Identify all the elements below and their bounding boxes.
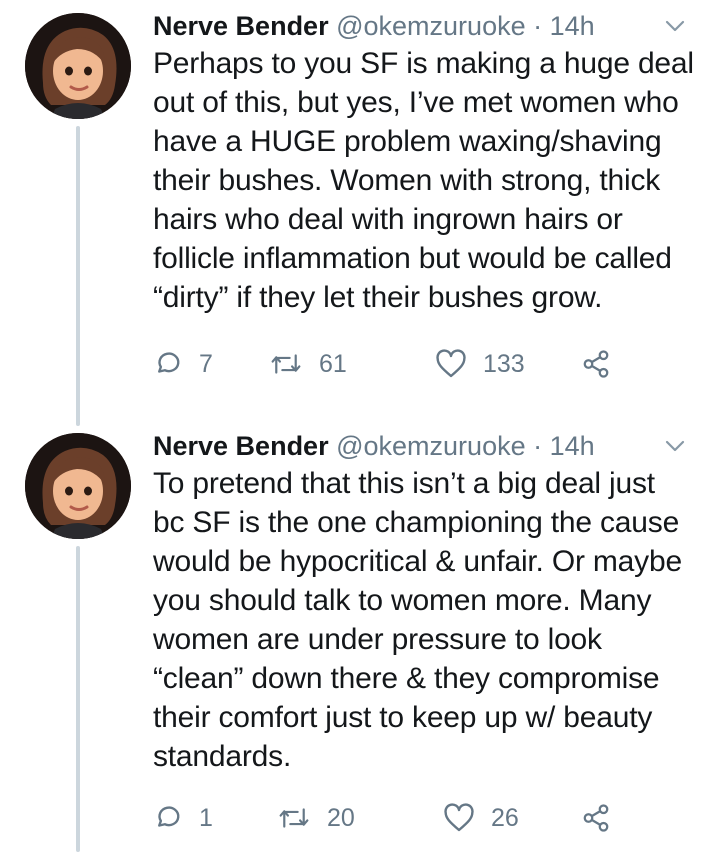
- tweet-header: Nerve Bender @okemzuruoke · 14h: [153, 426, 700, 466]
- heart-icon: [444, 803, 474, 832]
- reply-button[interactable]: 1: [153, 798, 213, 838]
- chevron-down-icon[interactable]: [664, 18, 686, 34]
- display-name[interactable]: Nerve Bender: [153, 431, 329, 461]
- tweet[interactable]: Nerve Bender @okemzuruoke · 14h To prete…: [0, 420, 720, 852]
- timestamp[interactable]: 14h: [550, 431, 595, 461]
- thread-line: [76, 546, 80, 852]
- tweet-text: Perhaps to you SF is making a huge deal …: [153, 47, 694, 314]
- timestamp[interactable]: 14h: [550, 11, 595, 41]
- retweet-count: 61: [319, 349, 347, 378]
- retweet-icon: [271, 354, 301, 374]
- display-name[interactable]: Nerve Bender: [153, 11, 329, 41]
- share-button[interactable]: [581, 798, 611, 838]
- reply-count: 7: [199, 349, 213, 378]
- tweet-actions: 7 61 133: [153, 344, 653, 384]
- separator: ·: [533, 11, 543, 41]
- avatar[interactable]: [25, 13, 131, 119]
- heart-icon: [436, 349, 466, 378]
- user-handle[interactable]: @okemzuruoke: [336, 11, 526, 41]
- separator: ·: [533, 431, 543, 461]
- reply-button[interactable]: 7: [153, 344, 213, 384]
- reply-icon: [158, 806, 180, 827]
- chevron-down-icon[interactable]: [664, 438, 686, 454]
- like-button[interactable]: 133: [435, 344, 525, 384]
- like-button[interactable]: 26: [443, 798, 519, 838]
- tweet-actions: 1 20 26: [153, 798, 653, 838]
- share-icon: [583, 350, 609, 378]
- retweet-icon: [279, 808, 309, 828]
- thread-line: [76, 126, 80, 426]
- like-count: 133: [483, 349, 525, 378]
- share-button[interactable]: [581, 344, 611, 384]
- retweet-button[interactable]: 20: [277, 798, 355, 838]
- share-icon: [583, 804, 609, 832]
- reply-icon: [158, 352, 180, 373]
- reply-count: 1: [199, 803, 213, 832]
- like-count: 26: [491, 803, 519, 832]
- tweet[interactable]: Nerve Bender @okemzuruoke · 14h Perhaps …: [0, 0, 720, 426]
- tweet-text: To pretend that this isn’t a big deal ju…: [153, 467, 682, 773]
- retweet-count: 20: [327, 803, 355, 832]
- user-handle[interactable]: @okemzuruoke: [336, 431, 526, 461]
- tweet-header: Nerve Bender @okemzuruoke · 14h: [153, 6, 700, 46]
- retweet-button[interactable]: 61: [269, 344, 347, 384]
- avatar[interactable]: [25, 433, 131, 539]
